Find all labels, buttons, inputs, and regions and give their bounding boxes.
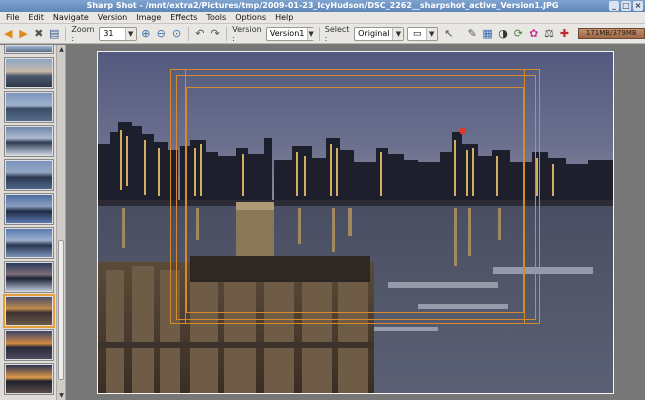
menu-tools[interactable]: Tools bbox=[203, 12, 232, 24]
crop-guide-left-line[interactable] bbox=[170, 69, 186, 324]
cursor-icon: ↖ bbox=[444, 27, 454, 40]
separator bbox=[187, 26, 189, 41]
chevron-down-icon[interactable]: ▼ bbox=[392, 27, 404, 40]
menu-edit[interactable]: Edit bbox=[25, 12, 50, 24]
thumbnail[interactable] bbox=[4, 363, 54, 395]
select-label: Select : bbox=[324, 24, 350, 43]
menu-effects[interactable]: Effects bbox=[167, 12, 203, 24]
zoom-value: 31 bbox=[103, 29, 114, 38]
select-value: Original bbox=[358, 29, 390, 38]
thumbnail[interactable] bbox=[4, 159, 54, 191]
menu-image[interactable]: Image bbox=[133, 12, 167, 24]
scroll-up-icon[interactable]: ▲ bbox=[57, 45, 65, 54]
thumbnail[interactable] bbox=[4, 91, 54, 123]
version-combo[interactable]: Version1 ▼ bbox=[265, 26, 314, 41]
thumbnail-scrollbar[interactable]: ▲ ▼ bbox=[56, 45, 65, 400]
menu-version[interactable]: Version bbox=[95, 12, 133, 24]
scrollbar-thumb[interactable] bbox=[58, 240, 64, 380]
arrow-left-icon[interactable]: ◀ bbox=[2, 27, 14, 41]
separator bbox=[318, 26, 320, 41]
chevron-down-icon[interactable]: ▼ bbox=[307, 27, 314, 40]
separator bbox=[65, 26, 67, 41]
separator bbox=[226, 26, 228, 41]
arrow-right-icon[interactable]: ▶ bbox=[17, 27, 29, 41]
zoom-combo[interactable]: 31 ▼ bbox=[99, 26, 137, 41]
crop-guide-inner[interactable] bbox=[186, 87, 524, 313]
menu-navigate[interactable]: Navigate bbox=[50, 12, 95, 24]
select-combo[interactable]: Original ▼ bbox=[354, 26, 405, 41]
redo-icon[interactable]: ↷ bbox=[209, 27, 221, 41]
chevron-down-icon[interactable]: ▼ bbox=[425, 27, 437, 40]
chevron-down-icon[interactable]: ▼ bbox=[124, 27, 136, 40]
thumbnail-list bbox=[3, 45, 55, 398]
title-bar: Sharp Shot - /mnt/extra2/Pictures/tmp/20… bbox=[0, 0, 645, 12]
memory-usage-bar: 171MB/379MB bbox=[577, 28, 645, 39]
thumbnail[interactable] bbox=[4, 125, 54, 157]
menu-bar: File Edit Navigate Version Image Effects… bbox=[0, 12, 645, 24]
save-icon[interactable]: ▤ bbox=[48, 27, 60, 41]
zoom-label: Zoom : bbox=[71, 24, 95, 43]
version-value: Version1 bbox=[269, 29, 305, 38]
version-label: Version : bbox=[232, 24, 262, 43]
crop-guide-right-line[interactable] bbox=[524, 69, 540, 324]
toolbar: ◀ ▶ ✖ ▤ Zoom : 31 ▼ ⊕ ⊖ ⊙ ↶ ↷ Version : … bbox=[0, 24, 645, 44]
crop-icon[interactable]: ▦ bbox=[481, 27, 493, 41]
thumbnail[interactable] bbox=[4, 193, 54, 225]
contrast-icon[interactable]: ◑ bbox=[497, 27, 509, 41]
rotate-icon[interactable]: ⟳ bbox=[512, 27, 524, 41]
window-title: Sharp Shot - /mnt/extra2/Pictures/tmp/20… bbox=[86, 1, 559, 10]
color-wheel-icon[interactable]: ✿ bbox=[528, 27, 540, 41]
redeye-icon[interactable]: ✚ bbox=[558, 27, 570, 41]
undo-icon[interactable]: ↶ bbox=[194, 27, 206, 41]
maximize-button[interactable]: □ bbox=[621, 1, 631, 11]
zoom-fit-icon[interactable]: ⊙ bbox=[170, 27, 182, 41]
balance-icon[interactable]: ⚖ bbox=[543, 27, 555, 41]
thumbnail[interactable] bbox=[4, 227, 54, 259]
view-mode-icon: ▭ bbox=[412, 28, 422, 39]
view-mode-combo[interactable]: ▭ ▼ bbox=[407, 26, 438, 41]
thumbnail-selected[interactable] bbox=[3, 294, 55, 328]
zoom-in-icon[interactable]: ⊕ bbox=[140, 27, 152, 41]
thumbnail[interactable] bbox=[4, 45, 54, 54]
thumbnail[interactable] bbox=[4, 329, 54, 361]
menu-file[interactable]: File bbox=[3, 12, 25, 24]
scroll-down-icon[interactable]: ▼ bbox=[57, 391, 65, 400]
menu-help[interactable]: Help bbox=[272, 12, 299, 24]
zoom-out-icon[interactable]: ⊖ bbox=[155, 27, 167, 41]
thumbnail[interactable] bbox=[4, 57, 54, 89]
eyedropper-icon[interactable]: ✎ bbox=[466, 27, 478, 41]
close-button[interactable]: × bbox=[633, 1, 643, 11]
image-canvas[interactable] bbox=[66, 45, 645, 400]
thumbnail-sidebar: ▲ ▼ bbox=[0, 45, 66, 400]
tools-icon[interactable]: ✖ bbox=[33, 27, 45, 41]
thumbnail[interactable] bbox=[4, 261, 54, 293]
minimize-button[interactable]: _ bbox=[609, 1, 619, 11]
menu-options[interactable]: Options bbox=[232, 12, 272, 24]
